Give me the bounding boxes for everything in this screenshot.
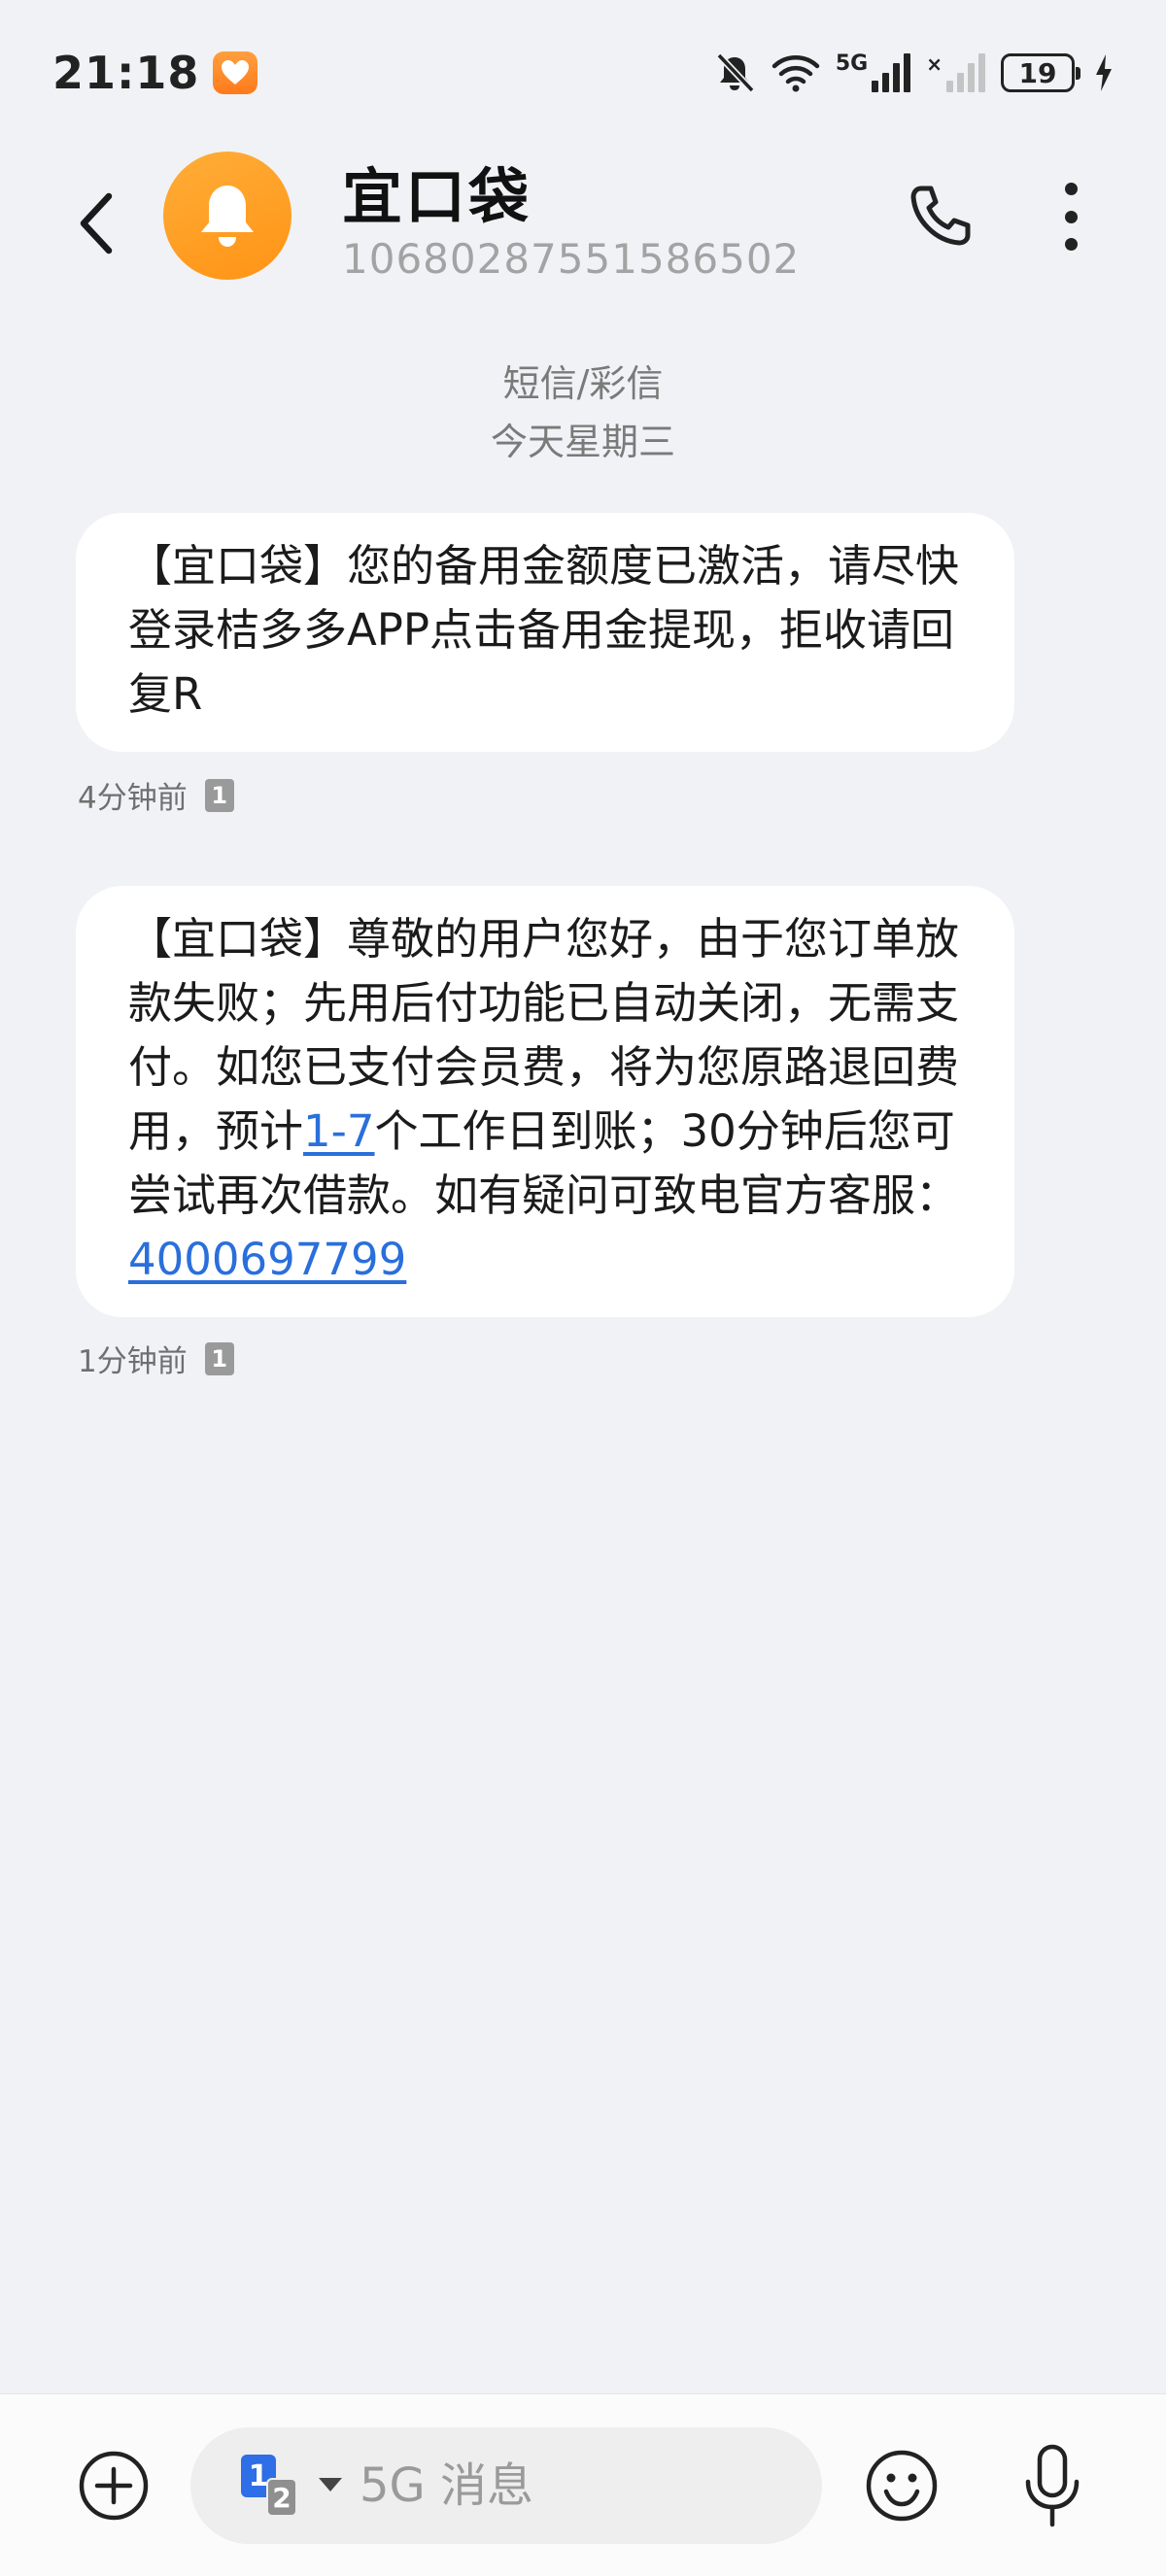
message-bubble[interactable]: 【宜口袋】尊敬的用户您好，由于您订单放款失败；先用后付功能已自动关闭，无需支付。… [76, 886, 1014, 1317]
add-attachment-button[interactable] [78, 2450, 150, 2522]
message-bubble[interactable]: 【宜口袋】您的备用金额度已激活，请尽快登录桔多多APP点击备用金提现，拒收请回复… [76, 513, 1014, 752]
message-time: 4分钟前 [78, 781, 188, 816]
call-button[interactable] [906, 181, 976, 251]
mute-icon [716, 52, 755, 93]
message-input[interactable] [360, 2449, 787, 2523]
message-input-box: 1 2 [190, 2427, 822, 2544]
message-text: 【宜口袋】您的备用金额度已激活，请尽快登录桔多多APP点击备用金提现，拒收请回复… [128, 540, 960, 720]
status-time: 21:18 [52, 47, 200, 99]
sim-2-badge: 2 [266, 2478, 297, 2517]
status-icons: 5G × 19 [713, 51, 1114, 94]
phone-icon [910, 186, 971, 246]
emoji-button[interactable] [865, 2449, 939, 2523]
chevron-down-icon[interactable] [319, 2478, 342, 2491]
signal-5g-icon: 5G [835, 51, 911, 92]
heart-app-icon [213, 51, 258, 94]
more-vertical-icon [1064, 183, 1078, 195]
date-label: 今天星期三 [490, 421, 675, 463]
back-button[interactable] [68, 185, 126, 262]
charging-icon [1096, 54, 1112, 91]
message-meta: 4分钟前 1 [78, 773, 234, 817]
microphone-icon [1025, 2444, 1080, 2527]
network-label: 5G [835, 51, 869, 76]
message-meta: 1分钟前 1 [78, 1337, 234, 1380]
emoji-icon [866, 2450, 938, 2522]
messages-conversation-screen: 21:18 5G × 19 宜口袋 10680287551586502 短信/彩… [0, 0, 1166, 2576]
status-bar: 21:18 5G × 19 [0, 0, 1166, 146]
contact-number: 10680287551586502 [342, 235, 801, 283]
bell-icon [201, 186, 254, 247]
chevron-left-icon [80, 192, 113, 254]
signal-secondary-icon: × [926, 53, 985, 92]
message-link-phone[interactable]: 4000697799 [128, 1234, 406, 1285]
message-link-days[interactable]: 1-7 [303, 1105, 375, 1157]
more-options-button[interactable] [1049, 177, 1092, 256]
plus-circle-icon [79, 2451, 149, 2521]
contact-name: 宜口袋 [342, 161, 532, 232]
battery-icon: 19 [1001, 53, 1080, 92]
sim-card-icon: 1 [204, 1341, 234, 1375]
composer-bar: 1 2 [0, 2393, 1166, 2576]
sim-selector[interactable]: 1 2 [241, 2455, 311, 2519]
sim-card-icon: 1 [204, 778, 234, 812]
contact-avatar[interactable] [163, 152, 292, 280]
wifi-icon [772, 55, 820, 92]
voice-input-button[interactable] [1020, 2443, 1084, 2530]
battery-level: 19 [1018, 56, 1057, 89]
message-time: 1分钟前 [78, 1344, 188, 1379]
channel-label: 短信/彩信 [502, 362, 664, 405]
conversation-header: 宜口袋 10680287551586502 [0, 146, 1166, 291]
